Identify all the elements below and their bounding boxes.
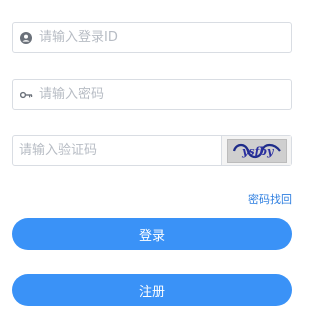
captcha-field[interactable]: ysfby bbox=[12, 135, 292, 166]
password-field[interactable] bbox=[12, 79, 292, 110]
username-input[interactable] bbox=[39, 23, 291, 52]
forgot-password-link[interactable]: 密码找回 bbox=[248, 191, 292, 207]
captcha-input[interactable] bbox=[13, 136, 221, 165]
captcha-text: ysfby bbox=[241, 145, 275, 158]
key-icon bbox=[19, 88, 33, 102]
login-button[interactable]: 登录 bbox=[12, 218, 292, 250]
register-button[interactable]: 注册 bbox=[12, 274, 292, 306]
captcha-image[interactable]: ysfby bbox=[221, 136, 291, 165]
username-field[interactable] bbox=[12, 22, 292, 53]
user-icon bbox=[19, 31, 33, 45]
password-input[interactable] bbox=[39, 80, 291, 109]
login-form: ysfby 密码找回 登录 注册 bbox=[0, 0, 322, 319]
captcha-image-box[interactable]: ysfby bbox=[226, 138, 287, 163]
